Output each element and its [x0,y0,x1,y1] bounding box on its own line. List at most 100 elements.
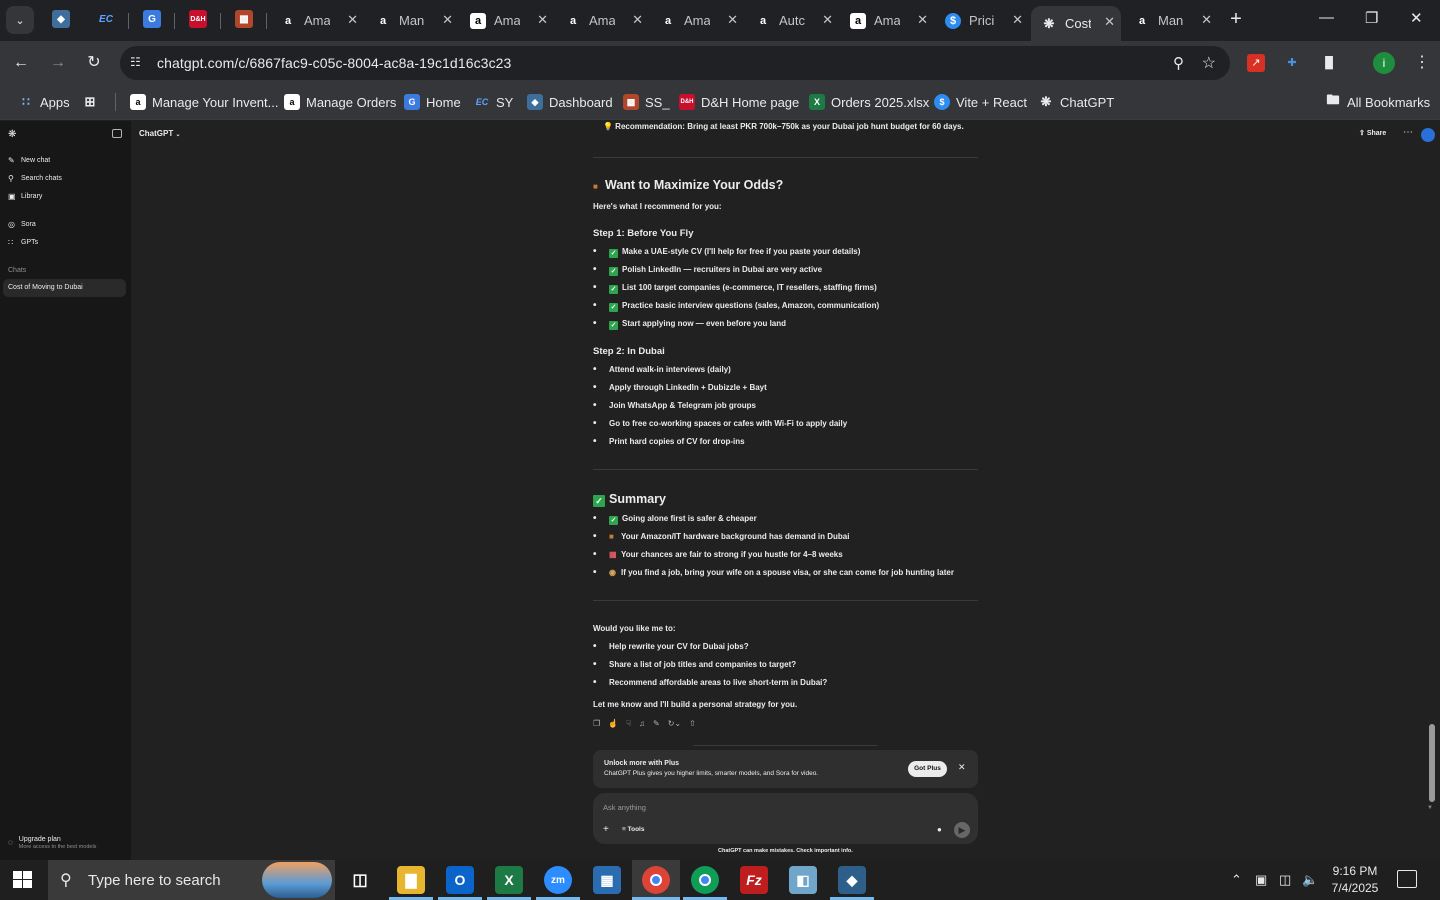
scroll-down-arrow-icon[interactable]: ▼ [1427,805,1433,811]
chrome-profile-icon[interactable] [691,866,719,894]
new-tab-button[interactable]: + [1225,8,1247,30]
bookmark-sy[interactable]: EC SY [474,92,514,112]
pinned-tab-dh-icon[interactable]: D&H [189,10,207,28]
scrollbar-thumb[interactable] [1429,724,1435,802]
zoom-icon[interactable]: ⚲ [1173,54,1184,72]
custom-app-icon[interactable]: ◆ [838,866,866,894]
share-message-icon[interactable]: ⇧ [689,719,696,728]
taskbar-search-box[interactable]: ⚲ Type here to search [48,860,335,900]
notes-app-icon[interactable]: ◧ [789,866,817,894]
tab-amazon-6[interactable]: a Autc ✕ [745,4,839,37]
search-chats-button[interactable]: ⚲ Search chats [8,174,62,183]
security-tray-icon[interactable]: ▣ [1255,872,1267,888]
bookmark-dh-home[interactable]: D&H D&H Home page [679,92,799,112]
close-icon[interactable]: ✕ [632,12,643,28]
outlook-icon[interactable]: O [446,866,474,894]
volume-icon[interactable]: 🔈 [1302,872,1318,888]
pinned-tab-ss-icon[interactable]: ▩ [235,10,253,28]
sora-button[interactable]: ◎ Sora [8,220,36,229]
excel-icon[interactable]: X [495,866,523,894]
tab-amazon-4[interactable]: a Ama ✕ [555,4,649,37]
regenerate-icon[interactable]: ↻⌄ [668,719,681,728]
close-icon[interactable]: ✕ [917,12,928,28]
gpts-button[interactable]: ∷ GPTs [8,238,38,247]
thumbs-down-icon[interactable]: ☟ [626,719,631,728]
file-explorer-icon[interactable]: ▇ [397,866,425,894]
tab-amazon-8[interactable]: a Man ✕ [1124,4,1218,37]
close-icon[interactable]: ✕ [347,12,358,28]
tab-amazon-1[interactable]: a Ama ✕ [270,4,364,37]
library-button[interactable]: ▣ Library [8,192,42,201]
tab-search-button[interactable]: ⌄ [6,6,34,34]
url-text[interactable]: chatgpt.com/c/6867fac9-c05c-8004-ac8a-19… [157,55,511,71]
address-bar[interactable]: ☷ chatgpt.com/c/6867fac9-c05c-8004-ac8a-… [120,46,1230,80]
tab-amazon-2[interactable]: a Man ✕ [365,4,459,37]
bookmark-star-icon[interactable]: ☆ [1202,53,1216,73]
voice-mode-button[interactable]: ▶ [954,822,970,838]
chrome-menu-icon[interactable]: ⋮ [1414,52,1430,72]
prompt-input[interactable]: Ask anything [603,803,646,812]
tray-overflow-icon[interactable]: ⌃ [1231,872,1242,888]
openai-logo-icon[interactable]: ❋ [8,129,16,140]
bookmark-ss[interactable]: ▩ SS_ [623,92,670,112]
pinned-tab-docs-icon[interactable]: G [143,10,161,28]
chrome-icon[interactable] [642,866,670,894]
bookmark-apps[interactable]: ∷ Apps [18,92,69,112]
bookmark-dashboard[interactable]: ◆ Dashboard [527,92,613,112]
window-close-button[interactable]: ✕ [1410,9,1423,27]
bookmark-manage-orders[interactable]: a Manage Orders [284,92,396,112]
close-icon[interactable]: ✕ [1201,12,1212,28]
network-icon[interactable]: ◫ [1279,872,1291,888]
reload-button[interactable]: ↻ [83,52,105,74]
extension-arrow-icon[interactable]: ↗ [1247,54,1265,72]
model-selector[interactable]: ChatGPT ⌄ [139,129,181,138]
read-aloud-icon[interactable]: ♫ [639,719,645,728]
sidebar-chat-item-active[interactable]: Cost of Moving to Dubai [3,279,126,297]
microphone-icon[interactable]: ● [937,825,942,834]
bookmark-orders-xlsx[interactable]: X Orders 2025.xlsx [809,92,929,112]
tab-amazon-7[interactable]: a Ama ✕ [840,4,934,37]
close-icon[interactable]: ✕ [822,12,833,28]
pinned-tab-app-icon[interactable]: ◆ [52,10,70,28]
more-options-icon[interactable]: ⋯ [1403,127,1413,138]
filezilla-icon[interactable]: Fz [740,866,768,894]
bookmark-all-bookmarks[interactable]: 🖿 All Bookmarks [1325,92,1430,112]
sidebar-toggle-icon[interactable] [112,129,122,138]
back-button[interactable]: ← [10,52,32,74]
tab-amazon-5[interactable]: a Ama ✕ [650,4,744,37]
profile-avatar[interactable]: i [1373,52,1395,74]
close-icon[interactable]: ✕ [442,12,453,28]
upgrade-plan-button[interactable]: ◌ Upgrade plan More access to the best m… [8,836,96,850]
edit-icon[interactable]: ✎ [653,719,660,728]
copy-icon[interactable]: ❐ [593,719,600,728]
notification-center-icon[interactable] [1397,870,1417,888]
bookmark-manage-inventory[interactable]: a Manage Your Invent... [130,92,278,112]
extensions-icon[interactable]: █ [1320,54,1338,72]
close-icon[interactable]: ✕ [1104,14,1115,30]
forward-button[interactable]: → [47,52,69,74]
new-chat-button[interactable]: ✎ New chat [8,156,50,165]
bookmark-vite-react[interactable]: $ Vite + React [934,92,1027,112]
site-info-icon[interactable]: ☷ [130,55,146,71]
bookmark-tab-groups[interactable]: ⊞ [82,92,104,112]
close-icon[interactable]: ✕ [1012,12,1023,28]
tab-chatgpt-active[interactable]: ❋ Cost ✕ [1031,6,1121,41]
tab-pricing[interactable]: $ Pricii ✕ [935,4,1029,37]
pinned-tab-ec-icon[interactable]: EC [97,10,115,28]
extension-puzzle-blue-icon[interactable]: ✚ [1283,54,1301,72]
bookmark-chatgpt[interactable]: ❋ ChatGPT [1038,92,1115,112]
tab-amazon-3[interactable]: a Ama ✕ [460,4,554,37]
minimize-button[interactable]: — [1319,9,1334,26]
zoom-app-icon[interactable]: zm [544,866,572,894]
get-plus-button[interactable]: Got Plus [908,761,947,777]
bookmark-home[interactable]: G Home [404,92,461,112]
close-icon[interactable]: ✕ [537,12,548,28]
windows-start-icon[interactable] [13,871,33,889]
close-icon[interactable]: ✕ [727,12,738,28]
tools-button[interactable]: ≡ Tools [622,826,644,833]
close-icon[interactable]: ✕ [958,762,966,773]
thumbs-up-icon[interactable]: ☝ [608,719,618,728]
attach-plus-icon[interactable]: + [603,824,609,835]
account-avatar[interactable] [1421,128,1435,142]
share-button[interactable]: ⇧ Share [1359,129,1386,137]
